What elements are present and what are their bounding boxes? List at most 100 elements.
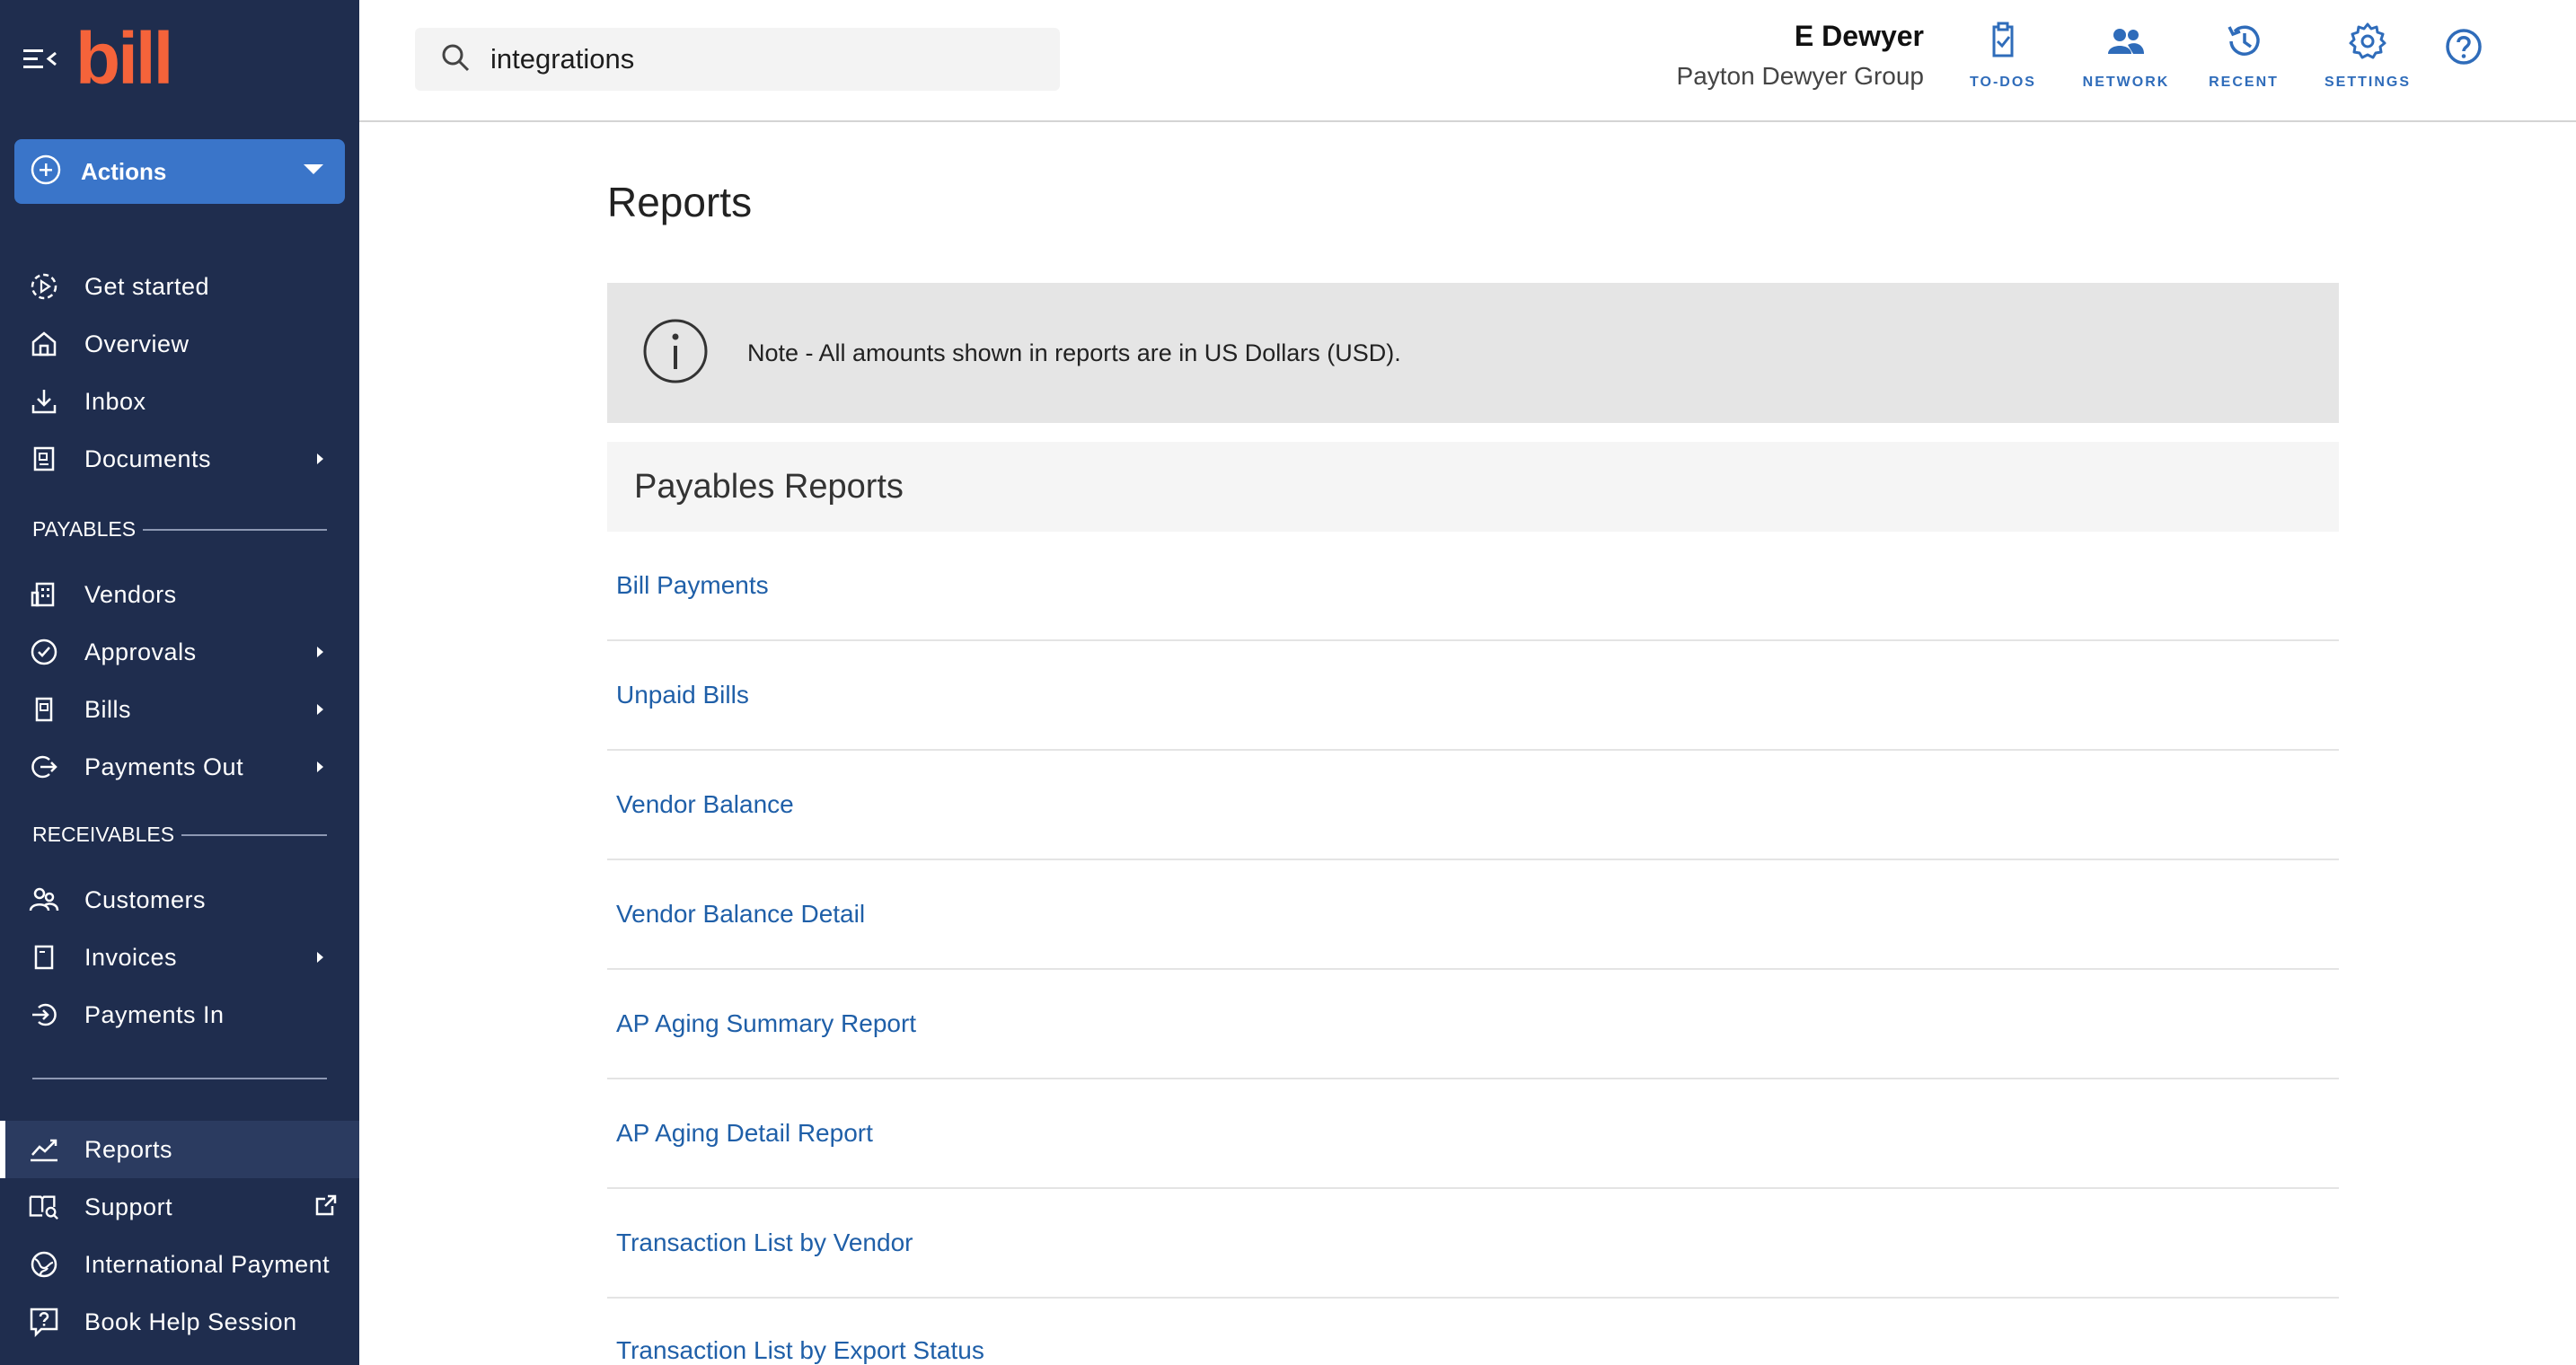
search-bar[interactable]: [415, 28, 1060, 91]
globe-icon: [29, 1249, 59, 1280]
sidebar-item-label: Approvals: [84, 638, 197, 665]
report-row: AP Aging Summary Report: [607, 970, 2339, 1079]
sidebar-item-label: Vendors: [84, 580, 177, 608]
home-icon: [29, 329, 59, 359]
report-row: Vendor Balance Detail: [607, 860, 2339, 970]
actions-label: Actions: [81, 157, 167, 185]
reports-icon: [29, 1134, 59, 1165]
gear-icon: [2348, 22, 2387, 66]
plus-circle-icon: [31, 154, 61, 189]
support-icon: [29, 1192, 59, 1222]
sidebar-item-overview[interactable]: Overview: [0, 315, 359, 373]
report-link-vendor-balance-detail[interactable]: Vendor Balance Detail: [616, 900, 865, 929]
sidebar-item-reports[interactable]: Reports: [0, 1121, 359, 1178]
sidebar-item-label: Support: [84, 1193, 173, 1220]
note-text: Note - All amounts shown in reports are …: [747, 339, 1401, 366]
payables-reports-header: Payables Reports: [607, 442, 2339, 532]
inbox-icon: [29, 386, 59, 417]
section-divider: [181, 833, 327, 836]
report-link-transaction-list-by-export-status[interactable]: Transaction List by Export Status: [616, 1336, 984, 1365]
help-session-icon: [29, 1307, 59, 1337]
report-row: AP Aging Detail Report: [607, 1079, 2339, 1189]
invoices-icon: [29, 942, 59, 973]
recent-button[interactable]: RECENT: [2199, 22, 2289, 91]
search-input[interactable]: [490, 43, 1029, 75]
get-started-icon: [29, 271, 59, 302]
external-link-icon: [314, 1193, 338, 1221]
sidebar-item-get-started[interactable]: Get started: [0, 258, 359, 315]
info-icon: [641, 317, 710, 390]
brand: bill: [23, 22, 173, 96]
sidebar-item-label: Invoices: [84, 943, 178, 971]
settings-button[interactable]: SETTINGS: [2314, 22, 2422, 91]
sidebar-item-international-payment[interactable]: International Payment: [0, 1236, 359, 1293]
report-row: Vendor Balance: [607, 751, 2339, 860]
user-name: E Dewyer: [1794, 20, 1924, 52]
caret-right-icon: [317, 952, 323, 963]
section-divider: [143, 528, 327, 531]
page-title: Reports: [607, 179, 753, 225]
caret-right-icon: [317, 762, 323, 772]
settings-label: SETTINGS: [2324, 75, 2411, 90]
report-link-vendor-balance[interactable]: Vendor Balance: [616, 790, 794, 819]
history-icon: [2224, 22, 2263, 66]
network-icon: [2106, 22, 2146, 66]
currency-note: Note - All amounts shown in reports are …: [607, 283, 2339, 423]
recent-label: RECENT: [2209, 75, 2279, 90]
sidebar-item-bills[interactable]: Bills: [0, 681, 359, 738]
todo-icon: [1987, 22, 2019, 66]
todos-button[interactable]: TO-DOS: [1967, 22, 2039, 91]
help-button[interactable]: [2441, 27, 2486, 71]
sidebar-item-book-help-session[interactable]: Book Help Session: [0, 1293, 359, 1351]
network-button[interactable]: NETWORK: [2077, 22, 2175, 91]
report-row: Transaction List by Vendor: [607, 1189, 2339, 1299]
vendors-icon: [29, 579, 59, 610]
bills-icon: [29, 694, 59, 725]
report-link-unpaid-bills[interactable]: Unpaid Bills: [616, 681, 749, 709]
org-name: Payton Dewyer Group: [1676, 62, 1924, 90]
actions-button[interactable]: Actions: [14, 139, 345, 204]
sidebar-item-documents[interactable]: Documents: [0, 430, 359, 488]
sidebar-item-support[interactable]: Support: [0, 1178, 359, 1236]
sidebar-item-label: Payments In: [84, 1000, 225, 1028]
help-icon: [2444, 27, 2483, 71]
sidebar-item-label: Get started: [84, 272, 210, 300]
customers-icon: [29, 885, 59, 915]
documents-icon: [29, 444, 59, 474]
sidebar-item-vendors[interactable]: Vendors: [0, 566, 359, 623]
report-link-ap-aging-detail[interactable]: AP Aging Detail Report: [616, 1119, 873, 1148]
network-label: NETWORK: [2082, 75, 2170, 90]
sidebar: bill Actions Get started Overview Inbox: [0, 0, 359, 1365]
report-row: Bill Payments: [607, 532, 2339, 641]
sidebar-item-inbox[interactable]: Inbox: [0, 373, 359, 430]
report-link-ap-aging-summary[interactable]: AP Aging Summary Report: [616, 1009, 916, 1038]
payments-in-icon: [29, 1000, 59, 1030]
chevron-down-icon: [304, 163, 323, 180]
sidebar-item-approvals[interactable]: Approvals: [0, 623, 359, 681]
sidebar-item-payments-out[interactable]: Payments Out: [0, 738, 359, 796]
section-payables: PAYABLES: [32, 517, 327, 542]
collapse-menu-icon[interactable]: [23, 46, 57, 73]
sidebar-item-invoices[interactable]: Invoices: [0, 929, 359, 986]
section-payables-label: PAYABLES: [32, 517, 137, 541]
sidebar-item-label: Customers: [84, 885, 207, 913]
search-icon: [440, 42, 471, 77]
section-receivables-label: RECEIVABLES: [32, 823, 175, 846]
user-info[interactable]: E Dewyer Payton Dewyer Group: [1677, 20, 1924, 91]
sidebar-item-customers[interactable]: Customers: [0, 871, 359, 929]
todos-label: TO-DOS: [1970, 75, 2036, 90]
caret-right-icon: [317, 647, 323, 657]
sidebar-item-label: Book Help Session: [84, 1308, 297, 1335]
report-link-transaction-list-by-vendor[interactable]: Transaction List by Vendor: [616, 1228, 913, 1257]
report-row: Unpaid Bills: [607, 641, 2339, 751]
sidebar-item-label: Reports: [84, 1135, 173, 1163]
sidebar-item-payments-in[interactable]: Payments In: [0, 986, 359, 1044]
caret-right-icon: [317, 704, 323, 715]
report-link-bill-payments[interactable]: Bill Payments: [616, 571, 769, 600]
sidebar-item-label: Inbox: [84, 387, 146, 415]
top-header: E Dewyer Payton Dewyer Group TO-DOS NETW…: [359, 0, 2576, 122]
sidebar-item-label: Bills: [84, 695, 132, 723]
caret-right-icon: [317, 454, 323, 464]
section-title: Payables Reports: [634, 467, 904, 506]
bill-logo[interactable]: bill: [75, 22, 173, 96]
